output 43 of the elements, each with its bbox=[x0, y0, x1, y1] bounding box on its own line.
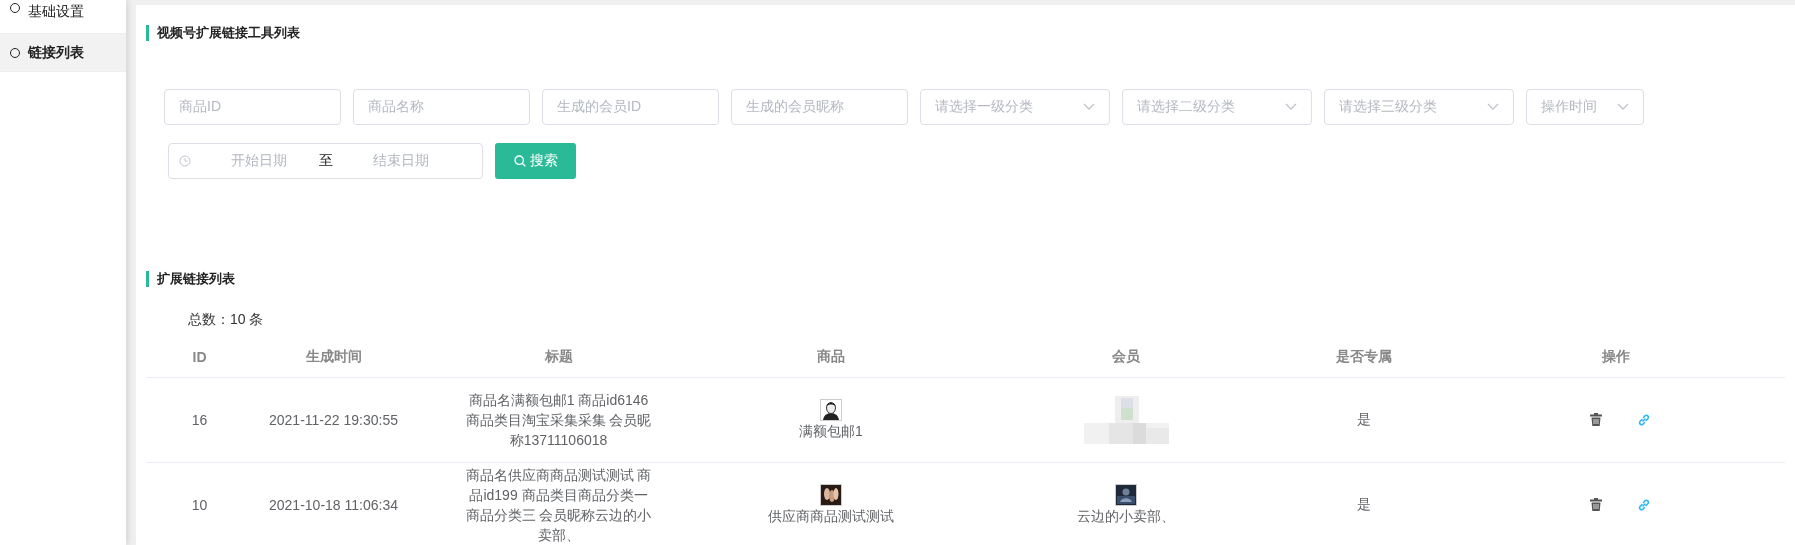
input-field[interactable]: 商品ID bbox=[164, 89, 341, 125]
table-cell-text: 商品名供应商商品测试测试 商品id199 商品类目商品分类一商品分类三 会员昵称云边的小卖部、 bbox=[464, 466, 653, 545]
date-range-field[interactable]: 开始日期 至 结束日期 bbox=[168, 143, 483, 179]
table-cell-text: 10 bbox=[190, 497, 209, 513]
table-cell-text: 2021-11-22 19:30:55 bbox=[268, 412, 399, 428]
select-field[interactable]: 请选择三级分类 bbox=[1324, 89, 1514, 125]
select-field[interactable]: 请选择二级分类 bbox=[1122, 89, 1312, 125]
input-field[interactable]: 生成的会员昵称 bbox=[731, 89, 908, 125]
chevron-down-icon bbox=[1617, 103, 1629, 111]
table-cell-text: 是 bbox=[1355, 496, 1372, 514]
input-field[interactable]: 商品名称 bbox=[353, 89, 530, 125]
table-cell-text: 16 bbox=[190, 412, 209, 428]
section-title: 视频号扩展链接工具列表 bbox=[146, 25, 1785, 41]
chevron-down-icon bbox=[1487, 103, 1499, 111]
end-date-placeholder: 结束日期 bbox=[372, 152, 430, 170]
product-name: 满额包邮1 bbox=[799, 423, 863, 441]
select-field[interactable]: 操作时间 bbox=[1526, 89, 1644, 125]
column-header: ID bbox=[191, 349, 208, 365]
chevron-down-icon bbox=[1083, 103, 1095, 111]
start-date-placeholder: 开始日期 bbox=[230, 152, 288, 170]
table-cell-text: 商品名满额包邮1 商品id6146 商品类目淘宝采集采集 会员昵称13711106018 bbox=[464, 391, 653, 450]
table-cell-text: 2021-10-18 11:06:34 bbox=[268, 497, 399, 513]
column-header: 生成时间 bbox=[304, 348, 363, 366]
trash-icon[interactable] bbox=[1590, 498, 1602, 511]
chevron-down-icon bbox=[1285, 103, 1297, 111]
search-icon bbox=[513, 155, 526, 167]
select-field[interactable]: 请选择一级分类 bbox=[920, 89, 1110, 125]
range-separator: 至 bbox=[319, 152, 333, 170]
column-header: 是否专属 bbox=[1334, 348, 1393, 366]
trash-icon[interactable] bbox=[1590, 413, 1602, 426]
column-header: 操作 bbox=[1600, 348, 1631, 366]
input-field[interactable]: 生成的会员ID bbox=[542, 89, 719, 125]
product-name: 供应商商品测试测试 bbox=[768, 508, 894, 526]
sidebar-item[interactable]: 链接列表 bbox=[0, 34, 126, 72]
total-count: 总数：10 条 bbox=[188, 311, 265, 329]
table-cell-text: 是 bbox=[1355, 411, 1372, 429]
column-header: 标题 bbox=[543, 348, 574, 366]
search-button[interactable]: 搜索 bbox=[495, 143, 576, 179]
column-header: 商品 bbox=[816, 348, 846, 366]
clock-icon bbox=[179, 155, 191, 167]
section-title: 扩展链接列表 bbox=[146, 271, 1785, 287]
column-header: 会员 bbox=[1111, 348, 1141, 366]
member-name: 云边的小卖部、 bbox=[1077, 508, 1175, 526]
